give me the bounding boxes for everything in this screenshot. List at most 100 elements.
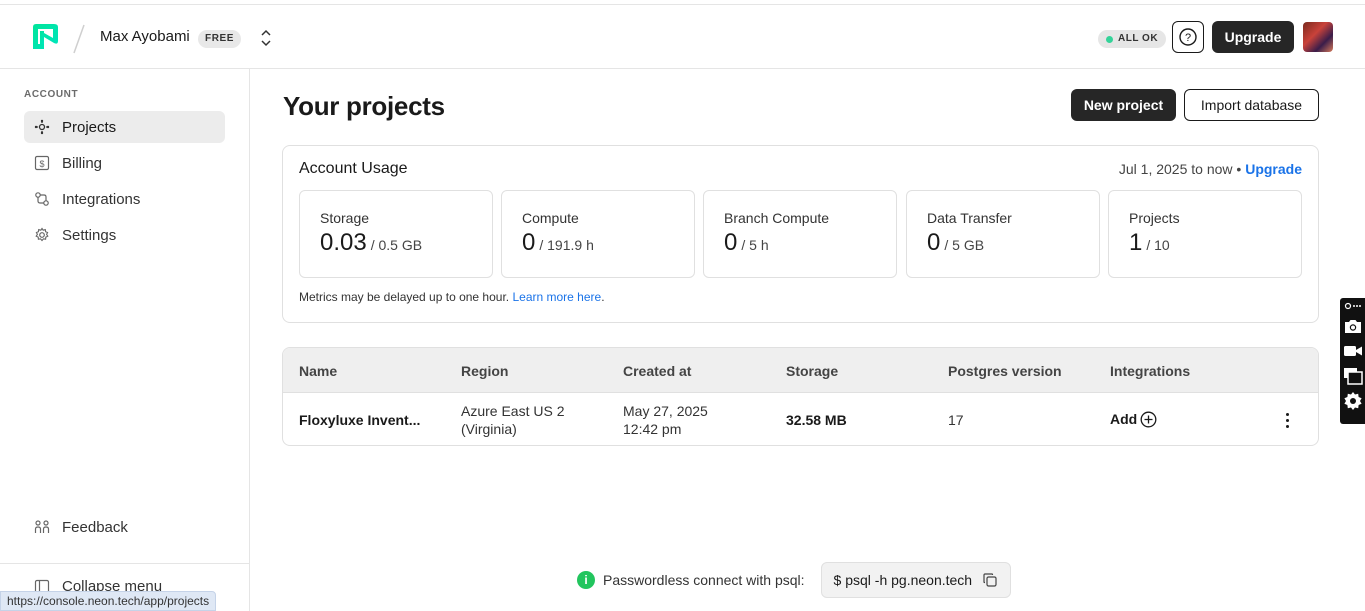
help-icon: ? [1179, 28, 1197, 46]
project-name[interactable]: Floxyluxe Invent... [299, 411, 420, 429]
metric-limit: / 5 h [741, 237, 769, 253]
psql-command-box[interactable]: $ psql -h pg.neon.tech [820, 562, 1012, 598]
learn-more-link[interactable]: Learn more here [512, 290, 601, 304]
project-storage: 32.58 MB [786, 412, 847, 428]
help-button[interactable]: ? [1172, 21, 1204, 53]
table-row[interactable]: Floxyluxe Invent... Azure East US 2 (Vir… [283, 393, 1318, 445]
metric-data-transfer: Data Transfer 0/ 5 GB [906, 190, 1100, 278]
svg-text:?: ? [1185, 32, 1191, 44]
usage-note-end: . [601, 290, 605, 304]
sidebar-item-billing[interactable]: $ Billing [24, 147, 225, 179]
column-header-postgres[interactable]: Postgres version [948, 363, 1062, 379]
windows-icon[interactable] [1343, 366, 1363, 386]
plan-badge: FREE [198, 30, 242, 48]
metric-limit: / 5 GB [944, 237, 985, 253]
project-region: Azure East US 2 (Virginia) [461, 402, 565, 438]
row-menu-icon[interactable] [1279, 410, 1295, 430]
usage-period-separator: • [1236, 161, 1242, 177]
column-header-created[interactable]: Created at [623, 363, 691, 379]
camera-icon[interactable] [1343, 316, 1363, 336]
sidebar-item-label: Billing [62, 154, 103, 172]
status-dot-icon [1106, 35, 1113, 43]
integrations-icon [35, 192, 49, 206]
psql-command: $ psql -h pg.neon.tech [833, 572, 973, 588]
link-more-icon[interactable] [1343, 301, 1363, 311]
import-database-button[interactable]: Import database [1184, 89, 1319, 121]
created-time: 12:42 pm [623, 421, 682, 437]
metric-value: 0.03 [320, 229, 367, 256]
sidebar: ACCOUNT Projects $ Billing Integrations … [0, 69, 250, 611]
plus-circle-icon [1140, 411, 1157, 427]
org-name[interactable]: Max Ayobami [100, 28, 190, 45]
metric-value: 1 [1129, 229, 1143, 256]
new-project-button[interactable]: New project [1071, 89, 1176, 121]
sidebar-item-label: Projects [62, 118, 117, 136]
metric-label: Compute [522, 210, 579, 226]
usage-title: Account Usage [299, 160, 408, 177]
gear-icon [35, 227, 49, 242]
region-line: (Virginia) [461, 421, 517, 437]
status-badge[interactable]: ALL OK [1098, 30, 1167, 48]
capture-toolbar [1340, 298, 1365, 424]
add-integration-button[interactable]: Add [1110, 410, 1157, 428]
account-usage-card: Account Usage Jul 1, 2025 to now • Upgra… [282, 145, 1319, 323]
avatar[interactable] [1303, 22, 1333, 52]
video-camera-icon[interactable] [1343, 341, 1363, 361]
feedback-label: Feedback [62, 518, 128, 536]
region-line: Azure East US 2 [461, 403, 565, 419]
psql-connect: i Passwordless connect with psql: $ psql… [577, 562, 1012, 598]
table-header: Name Region Created at Storage Postgres … [283, 348, 1318, 393]
copy-icon[interactable] [982, 572, 998, 588]
metric-label: Projects [1129, 210, 1180, 226]
sidebar-item-integrations[interactable]: Integrations [24, 183, 225, 215]
metric-compute: Compute 0/ 191.9 h [501, 190, 695, 278]
separator-slash-icon [73, 24, 85, 54]
upgrade-button[interactable]: Upgrade [1212, 21, 1294, 53]
add-integration-label: Add [1110, 411, 1138, 427]
column-header-region[interactable]: Region [461, 363, 508, 379]
metric-storage: Storage 0.03/ 0.5 GB [299, 190, 493, 278]
metric-branch-compute: Branch Compute 0/ 5 h [703, 190, 897, 278]
sidebar-item-settings[interactable]: Settings [24, 219, 225, 251]
metric-limit: / 10 [1146, 237, 1170, 253]
svg-text:$: $ [39, 159, 44, 169]
created-date: May 27, 2025 [623, 403, 708, 419]
projects-icon [34, 119, 50, 135]
page-title: Your projects [283, 91, 445, 121]
projects-table: Name Region Created at Storage Postgres … [282, 347, 1319, 446]
usage-note-text: Metrics may be delayed up to one hour. [299, 290, 510, 304]
info-icon: i [577, 571, 595, 589]
project-postgres-version: 17 [948, 412, 964, 428]
chevron-up-down-icon[interactable] [259, 29, 273, 47]
column-header-storage[interactable]: Storage [786, 363, 838, 379]
column-header-integrations: Integrations [1110, 363, 1191, 379]
column-header-name[interactable]: Name [299, 363, 337, 379]
sidebar-item-projects[interactable]: Projects [24, 111, 225, 143]
metric-value: 0 [927, 229, 941, 256]
metric-label: Branch Compute [724, 210, 830, 226]
sidebar-item-label: Settings [62, 226, 117, 244]
top-bar: Max Ayobami FREE ALL OK ? Upgrade [0, 4, 1365, 69]
usage-note: Metrics may be delayed up to one hour. L… [299, 290, 605, 304]
usage-period-text: Jul 1, 2025 to now [1118, 161, 1233, 177]
browser-status-url: https://console.neon.tech/app/projects [0, 591, 217, 611]
sidebar-section-heading: ACCOUNT [24, 89, 79, 100]
feedback-button[interactable]: Feedback [24, 511, 225, 543]
status-text: ALL OK [1118, 33, 1159, 44]
project-created: May 27, 2025 12:42 pm [623, 402, 708, 438]
settings-gear-icon[interactable] [1343, 391, 1363, 411]
metric-limit: / 191.9 h [539, 237, 594, 253]
metric-projects: Projects 1/ 10 [1108, 190, 1302, 278]
metric-value: 0 [522, 229, 536, 256]
metric-limit: / 0.5 GB [370, 237, 423, 253]
connect-text: Passwordless connect with psql: [603, 572, 805, 588]
usage-period: Jul 1, 2025 to now • Upgrade [1119, 161, 1302, 177]
sidebar-item-label: Integrations [62, 190, 141, 208]
usage-upgrade-link[interactable]: Upgrade [1245, 161, 1302, 177]
feedback-icon [34, 520, 50, 533]
metric-label: Storage [320, 210, 370, 226]
sidebar-divider [0, 563, 249, 564]
billing-icon: $ [34, 155, 50, 171]
metric-label: Data Transfer [927, 210, 1012, 226]
neon-logo-icon[interactable] [31, 23, 59, 51]
